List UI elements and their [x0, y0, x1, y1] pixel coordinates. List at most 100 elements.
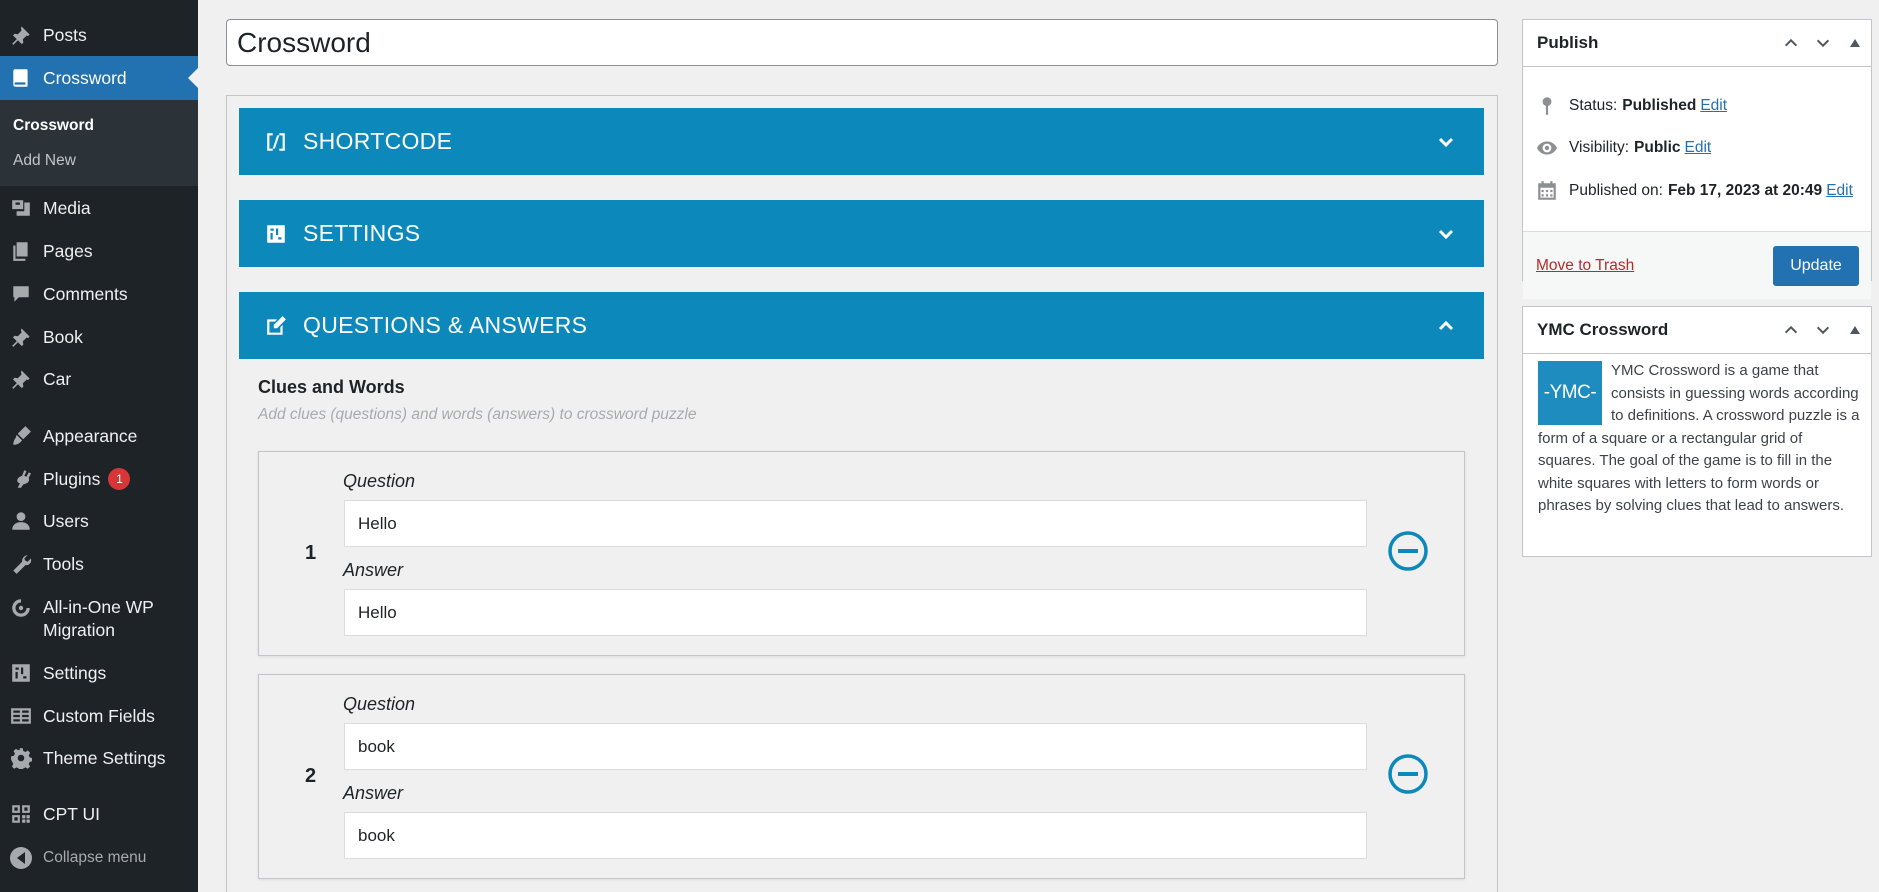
question-input[interactable]: [344, 723, 1367, 770]
sidebar-item-book[interactable]: Book: [0, 322, 198, 352]
brush-icon: [9, 424, 33, 448]
sidebar-item-theme-settings[interactable]: Theme Settings: [0, 743, 198, 773]
sidebar-item-media[interactable]: Media: [0, 193, 198, 223]
sidebar-item-comments[interactable]: Comments: [0, 279, 198, 309]
sidebar-item-pages[interactable]: Pages: [0, 236, 198, 266]
chevron-down-icon[interactable]: [1434, 130, 1458, 154]
move-up-icon[interactable]: [1775, 27, 1807, 59]
question-label: Question: [343, 471, 416, 491]
post-title-input[interactable]: [226, 19, 1498, 66]
section-shortcode[interactable]: SHORTCODE: [239, 108, 1484, 175]
sidebar-item-label: Media: [43, 197, 91, 218]
publish-title: Publish: [1537, 33, 1599, 52]
remove-clue-button[interactable]: [1387, 530, 1429, 572]
sidebar-item-label: Car: [43, 368, 72, 389]
sidebar-item-car[interactable]: Car: [0, 364, 198, 394]
sidebar-item-all-in-one-wp-migration[interactable]: All-in-One WP Migration: [0, 596, 198, 644]
toggle-panel-icon[interactable]: [1839, 27, 1871, 59]
sidebar-item-label: Tools: [43, 553, 84, 574]
section-questions-answers[interactable]: QUESTIONS & ANSWERS: [239, 292, 1484, 359]
sidebar-item-label: All-in-One WP Migration: [43, 597, 154, 640]
published-value: Feb 17, 2023 at 20:49: [1667, 182, 1823, 199]
settings-icon: [9, 661, 33, 685]
gear-icon: [9, 746, 33, 770]
publish-actions: Move to Trash Update: [1523, 231, 1871, 299]
users-icon: [9, 509, 33, 533]
collapse-icon: [9, 846, 33, 870]
ymc-title: YMC Crossword: [1537, 320, 1669, 339]
sidebar-item-users[interactable]: Users: [0, 506, 198, 536]
move-up-icon[interactable]: [1775, 314, 1807, 346]
move-down-icon[interactable]: [1807, 314, 1839, 346]
status-value: Published: [1622, 97, 1697, 114]
collapse-menu-label: Collapse menu: [43, 849, 147, 866]
published-label: Published on:: [1569, 182, 1663, 199]
sidebar-item-label: Plugins: [43, 468, 101, 489]
clue-row: 2 Question Answer: [258, 674, 1465, 879]
sidebar-item-label: CPT UI: [43, 803, 101, 824]
edit-date-link[interactable]: Edit: [1826, 182, 1853, 200]
section-settings[interactable]: SETTINGS: [239, 200, 1484, 267]
sidebar-item-plugins[interactable]: Plugins 1: [0, 464, 198, 494]
grid-icon: [9, 802, 33, 826]
sidebar-item-label: Comments: [43, 283, 128, 304]
minus-circle-icon: [1388, 754, 1428, 794]
status-line: Status: Published Edit: [1535, 94, 1727, 118]
sidebar-item-cpt-ui[interactable]: CPT UI: [0, 799, 198, 829]
answer-input[interactable]: [344, 589, 1367, 636]
question-label: Question: [343, 694, 416, 714]
sidebar-item-label: Posts: [43, 24, 87, 45]
pin-icon: [9, 367, 33, 391]
edit-status-link[interactable]: Edit: [1700, 97, 1727, 115]
move-down-icon[interactable]: [1807, 27, 1839, 59]
pages-icon: [9, 239, 33, 263]
media-icon: [9, 196, 33, 220]
sidebar-item-label: Pages: [43, 240, 93, 261]
answer-input[interactable]: [344, 812, 1367, 859]
eye-icon: [1535, 136, 1559, 160]
sidebar-item-custom-fields[interactable]: Custom Fields: [0, 701, 198, 731]
status-label: Status:: [1569, 97, 1618, 114]
minus-circle-icon: [1388, 531, 1428, 571]
submenu-item-crossword[interactable]: Crossword: [13, 117, 94, 135]
settings-icon: [264, 222, 288, 246]
sidebar-item-label: Settings: [43, 662, 107, 683]
update-button[interactable]: Update: [1773, 246, 1859, 286]
submenu-item-add-new[interactable]: Add New: [13, 152, 76, 170]
ymc-box-header: YMC Crossword: [1523, 307, 1871, 354]
edit-icon: [264, 314, 288, 338]
clue-number: 1: [305, 542, 317, 564]
crossword-submenu: Crossword Add New: [0, 100, 198, 186]
ymc-crossword-box: YMC Crossword -YMC- YMC Crossword is a g…: [1522, 306, 1872, 557]
sidebar-item-crossword[interactable]: Crossword: [0, 56, 198, 100]
sidebar-item-appearance[interactable]: Appearance: [0, 421, 198, 451]
clue-number: 2: [305, 765, 317, 787]
question-input[interactable]: [344, 500, 1367, 547]
sidebar-item-label: Crossword: [43, 67, 127, 88]
sidebar-item-label: Custom Fields: [43, 705, 155, 726]
plugins-update-badge: 1: [108, 468, 131, 490]
edit-visibility-link[interactable]: Edit: [1685, 139, 1712, 157]
toggle-panel-icon[interactable]: [1839, 314, 1871, 346]
sidebar-item-posts[interactable]: Posts: [0, 20, 198, 50]
sidebar-item-label: Appearance: [43, 425, 138, 446]
answer-label: Answer: [343, 560, 404, 580]
move-to-trash-link[interactable]: Move to Trash: [1536, 257, 1634, 275]
book-icon: [9, 66, 33, 90]
section-title: SETTINGS: [303, 220, 421, 246]
clue-row: 1 Question Answer: [258, 451, 1465, 656]
shortcode-icon: [264, 130, 288, 154]
sidebar-item-settings[interactable]: Settings: [0, 658, 198, 688]
plugin-icon: [9, 467, 33, 491]
chevron-down-icon[interactable]: [1434, 222, 1458, 246]
sidebar-item-label: Book: [43, 326, 83, 347]
sidebar-item-tools[interactable]: Tools: [0, 549, 198, 579]
remove-clue-button[interactable]: [1387, 753, 1429, 795]
visibility-value: Public: [1634, 139, 1681, 156]
visibility-label: Visibility:: [1569, 139, 1630, 156]
wrench-icon: [9, 552, 33, 576]
chevron-up-icon[interactable]: [1434, 314, 1458, 338]
visibility-line: Visibility: Public Edit: [1535, 136, 1711, 160]
sidebar-item-label: Theme Settings: [43, 747, 166, 768]
collapse-menu-button[interactable]: Collapse menu: [0, 843, 198, 873]
